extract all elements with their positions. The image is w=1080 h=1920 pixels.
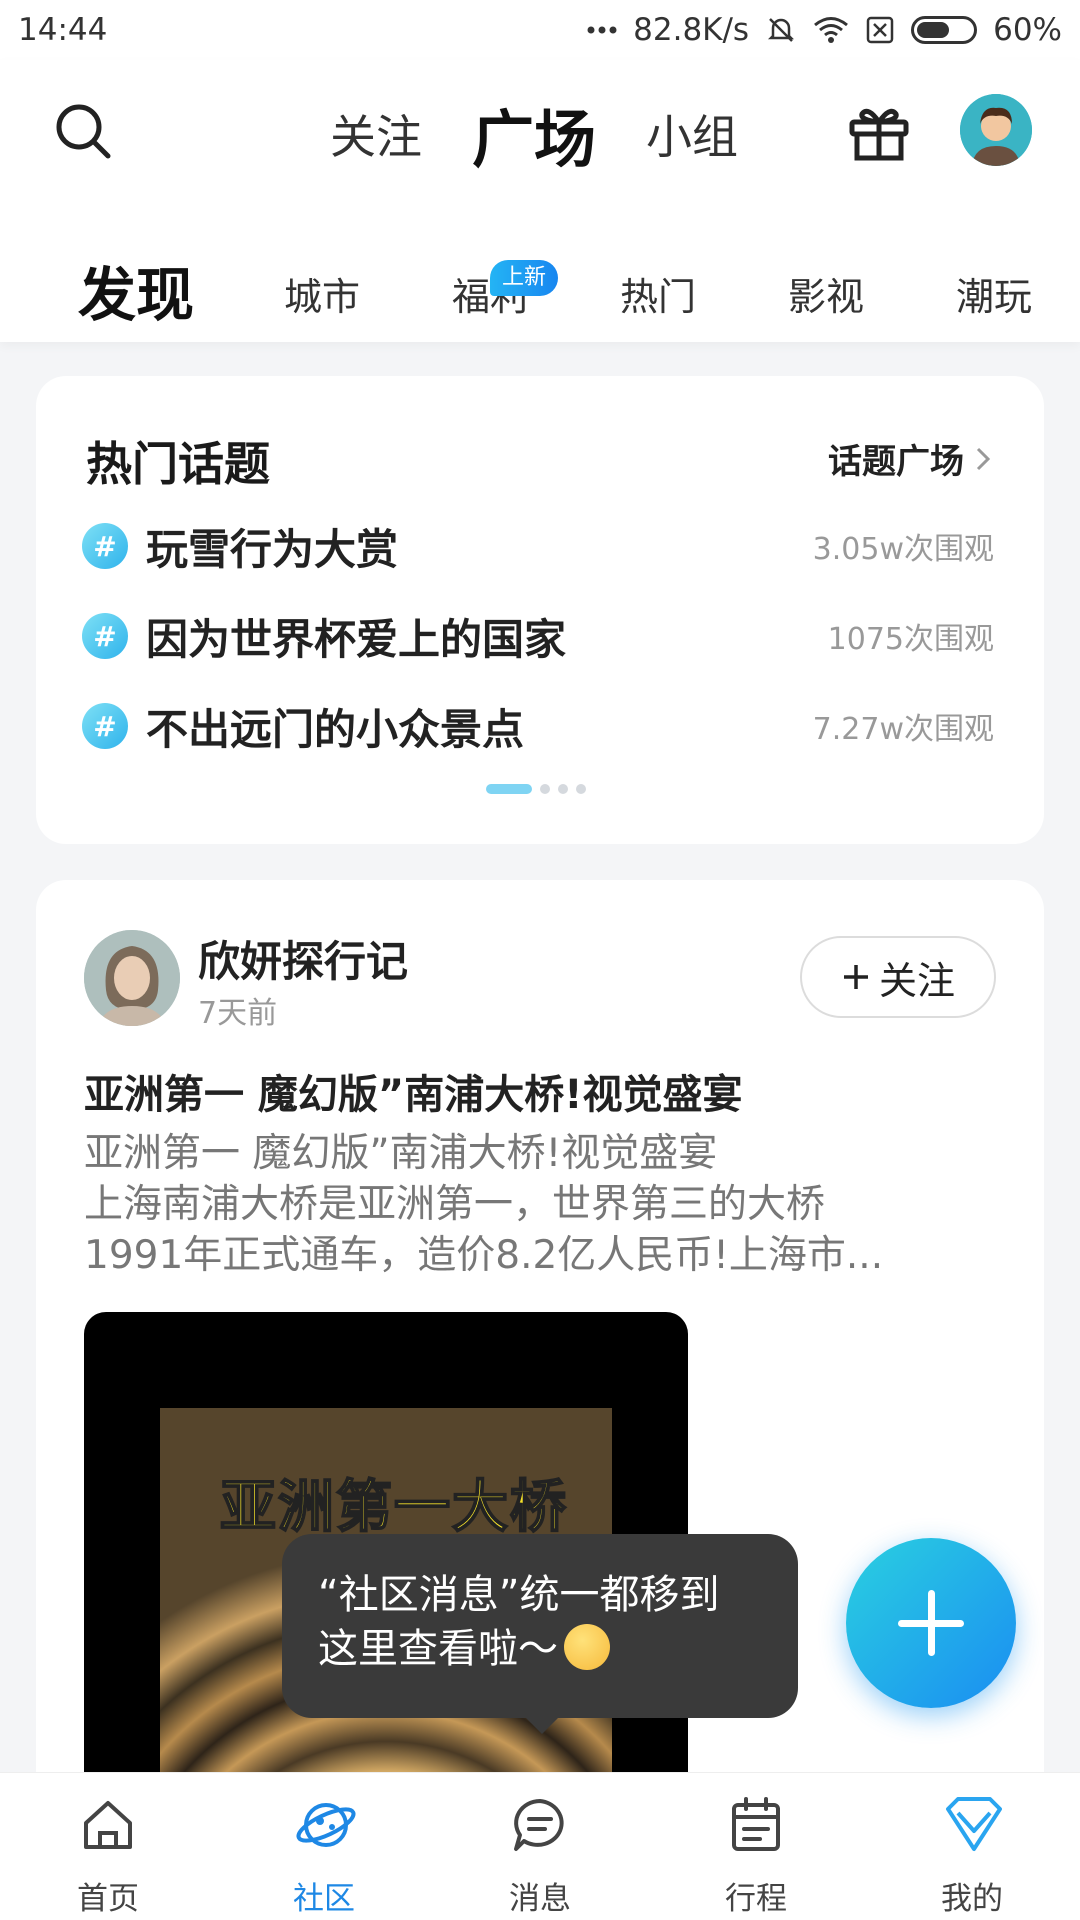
subtab-city[interactable]: 城市 <box>284 266 360 321</box>
post-body-line: 亚洲第一 魔幻版”南浦大桥!视觉盛宴 <box>84 1131 718 1176</box>
tooltip-line-with-emoji: 这里查看啦～ <box>318 1622 762 1676</box>
tooltip-line: 这里查看啦～ <box>318 1626 558 1672</box>
hot-topics-card: 热门话题 话题广场 # 玩雪行为大赏 3.05w次围观 # 因为世界杯爱上的国家… <box>36 376 1044 844</box>
status-time: 14:44 <box>18 12 108 48</box>
topic-square-link[interactable]: 话题广场 <box>828 434 992 483</box>
post-author-name[interactable]: 欣妍探行记 <box>198 928 408 989</box>
planet-icon <box>296 1803 356 1847</box>
tab-follow[interactable]: 关注 <box>330 101 422 167</box>
new-badge: 上新 <box>490 260 559 296</box>
nav-label: 首页 <box>77 1881 139 1917</box>
sim-off-icon <box>865 15 895 45</box>
carousel-dot <box>540 784 550 794</box>
carousel-dot <box>558 784 568 794</box>
message-icon <box>514 1799 564 1851</box>
top-header: 关注 广场 小组 发现 城市 福利 上新 热门 影视 潮玩 <box>0 60 1080 342</box>
main-tabs: 关注 广场 小组 <box>330 79 788 176</box>
author-avatar-image <box>84 930 180 1026</box>
topic-row[interactable]: # 不出远门的小众景点 7.27w次围观 <box>82 696 994 756</box>
tooltip-line: “社区消息”统一都移到 <box>318 1572 720 1618</box>
more-dots-icon <box>587 25 617 35</box>
hashtag-icon: # <box>82 613 128 659</box>
avatar-icon <box>960 94 1032 166</box>
topic-views: 3.05w次围观 <box>812 532 994 567</box>
topic-views: 1075次围观 <box>827 622 994 657</box>
status-indicators: 82.8K/s 60% <box>587 12 1062 48</box>
nav-itinerary[interactable]: 行程 <box>648 1773 864 1920</box>
nav-community[interactable]: 社区 <box>216 1773 432 1920</box>
post-body[interactable]: 亚洲第一 魔幻版”南浦大桥!视觉盛宴 上海南浦大桥是亚洲第一，世界第三的大桥 1… <box>84 1128 1004 1281</box>
home-icon <box>84 1801 132 1849</box>
nav-messages[interactable]: 消息 <box>432 1773 648 1920</box>
wifi-icon <box>813 16 849 44</box>
topic-title: 玩雪行为大赏 <box>146 524 399 574</box>
post-body-line: 上海南浦大桥是亚洲第一，世界第三的大桥 <box>84 1182 826 1227</box>
carousel-dot-active <box>486 784 532 794</box>
subtab-label: 发现 <box>78 261 195 329</box>
nav-label: 社区 <box>293 1881 355 1917</box>
plus-icon <box>928 1590 935 1656</box>
topic-row[interactable]: # 玩雪行为大赏 3.05w次围观 <box>82 516 994 576</box>
topic-title: 不出远门的小众景点 <box>146 704 525 754</box>
nav-label: 消息 <box>509 1881 571 1917</box>
subtab-movies[interactable]: 影视 <box>788 266 864 321</box>
status-bar: 14:44 82.8K/s 60% <box>0 0 1080 60</box>
follow-button[interactable]: 关注 <box>800 936 996 1018</box>
post-time: 7天前 <box>198 996 278 1031</box>
gift-button[interactable] <box>846 98 912 164</box>
sub-tabs: 发现 城市 福利 上新 热门 影视 潮玩 <box>0 226 1080 329</box>
bottom-nav: 首页 社区 消息 行程 我的 <box>0 1772 1080 1920</box>
tab-groups[interactable]: 小组 <box>646 101 738 167</box>
subtab-trendy-toys[interactable]: 潮玩 <box>956 266 1032 321</box>
carousel-dot <box>576 784 586 794</box>
community-message-tooltip[interactable]: “社区消息”统一都移到 这里查看啦～ <box>282 1534 798 1734</box>
calendar-icon <box>732 1797 780 1851</box>
post-title[interactable]: 亚洲第一 魔幻版”南浦大桥!视觉盛宴 <box>84 1062 742 1120</box>
battery-icon <box>911 16 978 44</box>
topic-square-label: 话题广场 <box>828 442 964 482</box>
post-card: 欣妍探行记 7天前 关注 亚洲第一 魔幻版”南浦大桥!视觉盛宴 亚洲第一 魔幻版… <box>36 880 1044 1920</box>
hashtag-icon: # <box>82 523 128 569</box>
post-body-line: 1991年正式通车，造价8.2亿人民币!上海市... <box>84 1233 884 1278</box>
net-speed: 82.8K/s <box>633 12 750 48</box>
battery-percent: 60% <box>993 12 1062 48</box>
nav-home[interactable]: 首页 <box>0 1773 216 1920</box>
follow-label: 关注 <box>878 958 955 1003</box>
chevron-right-icon <box>976 447 991 470</box>
diamond-icon <box>946 1797 1002 1851</box>
topic-title: 因为世界杯爱上的国家 <box>146 614 567 664</box>
topic-row[interactable]: # 因为世界杯爱上的国家 1075次围观 <box>82 606 994 666</box>
nav-mine[interactable]: 我的 <box>864 1773 1080 1920</box>
subtab-discover[interactable]: 发现 <box>76 248 196 332</box>
post-author-avatar[interactable] <box>84 930 180 1026</box>
topic-views: 7.27w次围观 <box>812 712 994 747</box>
create-post-button[interactable] <box>846 1538 1016 1708</box>
subtab-hot[interactable]: 热门 <box>620 266 696 321</box>
search-button[interactable] <box>52 100 116 164</box>
hashtag-icon: # <box>82 703 128 749</box>
tab-square[interactable]: 广场 <box>449 79 596 179</box>
search-icon <box>56 104 111 159</box>
blushing-emoji-icon <box>564 1624 610 1670</box>
hot-topics-title: 热门话题 <box>86 437 270 491</box>
carousel-dots <box>486 784 586 794</box>
nav-label: 我的 <box>941 1881 1003 1917</box>
plus-icon <box>843 965 868 989</box>
nav-label: 行程 <box>725 1881 787 1917</box>
media-caption: 亚洲第一大桥 <box>219 1474 568 1541</box>
mute-bell-icon <box>765 14 797 46</box>
user-avatar[interactable] <box>960 94 1032 166</box>
gift-icon <box>849 108 909 161</box>
